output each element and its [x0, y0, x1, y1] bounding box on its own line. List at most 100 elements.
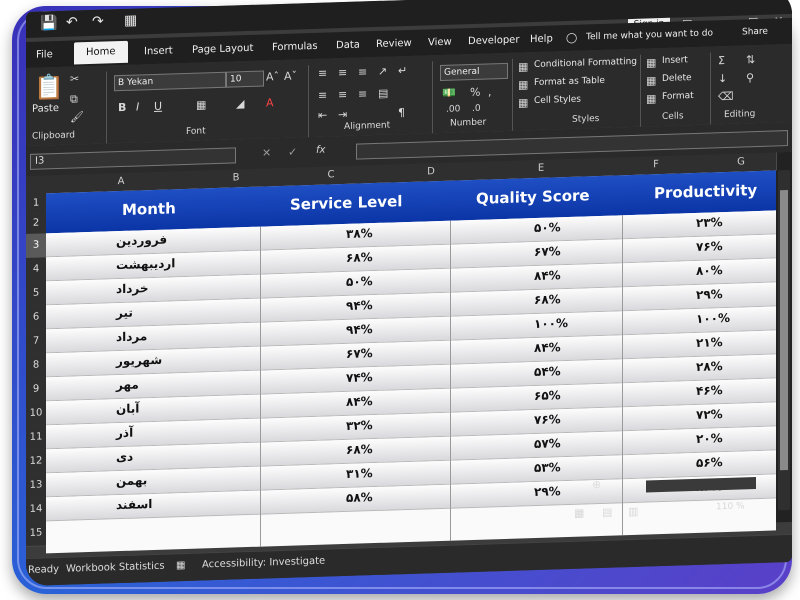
cell-value[interactable]: ۲۱%: [696, 335, 723, 350]
row-header[interactable]: 1: [26, 193, 46, 215]
increase-decimal-icon[interactable]: .00: [446, 104, 460, 114]
format-as-table-button[interactable]: Format as Table: [534, 76, 605, 88]
cell-value[interactable]: ۸۴%: [534, 268, 561, 283]
zoom-level[interactable]: 110 %: [716, 501, 745, 512]
currency-icon[interactable]: 💵: [442, 86, 456, 99]
header-productivity[interactable]: Productivity: [654, 181, 757, 202]
row-header[interactable]: 8: [26, 353, 46, 379]
decrease-decimal-icon[interactable]: .0: [472, 104, 481, 114]
page-layout-view-icon[interactable]: ▤: [602, 506, 612, 519]
cell-value[interactable]: ۸۴%: [346, 394, 373, 409]
cell-value[interactable]: ۹۴%: [346, 322, 373, 337]
cell-value[interactable]: ۵۷%: [534, 436, 561, 451]
paste-button[interactable]: Paste: [32, 103, 59, 115]
workbook-statistics[interactable]: Workbook Statistics: [66, 561, 165, 575]
tab-review[interactable]: Review: [376, 38, 412, 50]
tab-developer[interactable]: Developer: [468, 34, 519, 47]
cell-month[interactable]: آذر: [116, 426, 133, 441]
cell-value[interactable]: ۵۳%: [534, 460, 561, 475]
borders-icon[interactable]: ▦: [196, 98, 206, 111]
cell-value[interactable]: ۲۸%: [696, 359, 723, 374]
decrease-font-icon[interactable]: Aˇ: [284, 69, 297, 82]
cell-value[interactable]: ۵۰%: [534, 220, 561, 235]
italic-icon[interactable]: I: [136, 100, 139, 113]
table-icon[interactable]: ▦: [124, 13, 137, 29]
cell-value[interactable]: ۷۶%: [696, 239, 723, 254]
conditional-formatting-button[interactable]: Conditional Formatting: [534, 57, 637, 70]
fill-icon[interactable]: ↓: [718, 72, 727, 85]
scroll-thumb[interactable]: [780, 190, 788, 471]
align-bottom-icon[interactable]: ≡: [358, 65, 367, 78]
delete-cells-button[interactable]: Delete: [662, 73, 692, 84]
tell-me-search[interactable]: Tell me what you want to do: [586, 28, 713, 42]
tab-file[interactable]: File: [36, 49, 53, 61]
undo-icon[interactable]: ↶: [66, 14, 78, 30]
number-format-box[interactable]: General: [440, 62, 508, 81]
header-service-level[interactable]: Service Level: [290, 192, 402, 214]
vertical-scrollbar[interactable]: [778, 169, 790, 511]
fill-color-icon[interactable]: ◢: [236, 97, 244, 110]
normal-view-icon[interactable]: ▦: [574, 506, 584, 519]
header-quality-score[interactable]: Quality Score: [476, 186, 590, 208]
wrap-text-icon[interactable]: ↵: [398, 64, 407, 77]
row-header[interactable]: 12: [26, 449, 46, 475]
cell-month[interactable]: مرداد: [116, 329, 147, 344]
insert-cells-button[interactable]: Insert: [662, 55, 688, 66]
align-middle-icon[interactable]: ≡: [338, 66, 347, 79]
cell-value[interactable]: ۳۱%: [346, 466, 373, 481]
percent-icon[interactable]: %: [470, 86, 480, 99]
row-header[interactable]: 3: [26, 233, 46, 259]
cell-value[interactable]: ۵۸%: [346, 490, 373, 505]
cell-value[interactable]: ۲۳%: [696, 215, 723, 230]
row-header[interactable]: 13: [26, 473, 46, 499]
new-sheet-icon[interactable]: ⊕: [592, 478, 601, 491]
cell-month[interactable]: اسفند: [116, 497, 152, 512]
macro-record-icon[interactable]: ▦: [176, 560, 185, 571]
paste-icon[interactable]: 📋: [34, 73, 64, 102]
tab-insert[interactable]: Insert: [144, 45, 173, 57]
cell-value[interactable]: ۳۲%: [346, 418, 373, 433]
decrease-indent-icon[interactable]: ⇤: [318, 109, 327, 122]
cell-month[interactable]: مهر: [116, 377, 139, 392]
font-color-icon[interactable]: A: [266, 96, 274, 109]
page-break-view-icon[interactable]: ▥: [628, 505, 638, 518]
cell-value[interactable]: ۲۰%: [696, 431, 723, 446]
cell-month[interactable]: آبان: [116, 401, 139, 416]
share-button[interactable]: Share: [742, 27, 768, 38]
align-top-icon[interactable]: ≡: [318, 67, 327, 80]
row-header[interactable]: 15: [26, 521, 46, 547]
cell-month[interactable]: بهمن: [116, 473, 147, 488]
merge-center-icon[interactable]: ▤: [378, 87, 388, 100]
row-header[interactable]: 10: [26, 401, 46, 427]
cell-value[interactable]: ۵۰%: [346, 274, 373, 289]
cell-value[interactable]: ۷۴%: [346, 370, 373, 385]
cell-value[interactable]: ۶۸%: [346, 442, 373, 457]
cell-value[interactable]: ۸۴%: [534, 340, 561, 355]
row-header[interactable]: 14: [26, 497, 46, 523]
cell-value[interactable]: ۷۲%: [696, 407, 723, 422]
autosum-icon[interactable]: Σ: [718, 54, 725, 67]
font-size-box[interactable]: 10: [226, 70, 264, 88]
cut-icon[interactable]: ✂: [70, 72, 79, 85]
cell-value[interactable]: ۶۸%: [346, 250, 373, 265]
cell-value[interactable]: ۶۸%: [534, 292, 561, 307]
align-right-icon[interactable]: ≡: [358, 87, 367, 100]
cell-value[interactable]: ۴۶%: [696, 383, 723, 398]
cell-value[interactable]: ۶۷%: [534, 244, 561, 259]
row-header[interactable]: 9: [26, 377, 46, 403]
header-month[interactable]: Month: [122, 199, 176, 219]
tab-data[interactable]: Data: [336, 40, 360, 52]
save-icon[interactable]: 💾: [40, 15, 57, 32]
cell-month[interactable]: دی: [116, 450, 133, 465]
format-painter-icon[interactable]: 🖌: [70, 110, 84, 123]
tab-home[interactable]: Home: [74, 40, 128, 65]
align-center-icon[interactable]: ≡: [338, 88, 347, 101]
fx-icon[interactable]: fx: [316, 145, 325, 156]
row-header[interactable]: 2: [26, 213, 46, 235]
name-box[interactable]: I3: [30, 147, 236, 170]
row-header[interactable]: 6: [26, 305, 46, 331]
increase-indent-icon[interactable]: ⇥: [338, 108, 347, 121]
row-header[interactable]: 5: [26, 281, 46, 307]
comma-icon[interactable]: ,: [488, 85, 492, 98]
cell-month[interactable]: خرداد: [116, 281, 149, 296]
